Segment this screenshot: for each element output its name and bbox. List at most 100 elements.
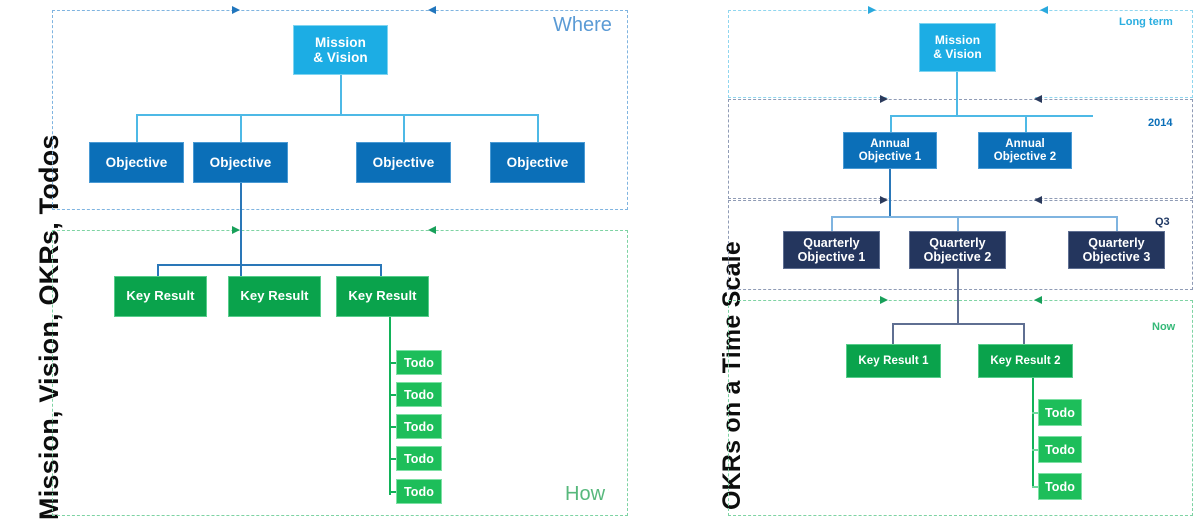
connector-mission-stem	[340, 75, 342, 115]
connector-keyresult-bus	[157, 264, 382, 266]
connector-keyresult-1-drop	[157, 264, 159, 276]
r-node-todo-2-label: Todo	[1044, 442, 1075, 457]
node-todo-5-label: Todo	[403, 484, 434, 499]
node-objective-3[interactable]: Objective	[356, 142, 451, 183]
node-todo-1[interactable]: Todo	[396, 350, 442, 375]
r-node-annual-objective-2-line2: Objective 2	[993, 150, 1057, 163]
connector-objective-4-drop	[537, 114, 539, 143]
band-now-label: Now	[1152, 321, 1176, 333]
r-node-quarterly-objective-1-line1: Quarterly	[803, 236, 860, 250]
band-2014-arrow-left	[1034, 95, 1042, 103]
r-node-quarterly-objective-2[interactable]: Quarterly Objective 2	[909, 231, 1006, 269]
r-connector-quarterly-2-drop	[957, 216, 959, 231]
diagram-canvas: Mission, Vision, OKRs, Todos Where How M…	[0, 0, 1201, 524]
band-how-arrow-right	[232, 226, 240, 234]
r-connector-keyresult-2-drop	[1023, 323, 1025, 344]
r-node-key-result-2[interactable]: Key Result 2	[978, 344, 1073, 378]
r-connector-keyresult-bus	[892, 323, 1024, 325]
r-node-key-result-1[interactable]: Key Result 1	[846, 344, 941, 378]
r-node-annual-objective-2[interactable]: Annual Objective 2	[978, 132, 1072, 169]
connector-objective-1-drop	[136, 114, 138, 143]
r-node-mission-line2: & Vision	[933, 46, 982, 61]
band-how-arrow-left	[428, 226, 436, 234]
band-how-top-gap	[241, 224, 427, 229]
band-now-arrow-left	[1034, 296, 1042, 304]
band-how-label: How	[565, 483, 606, 505]
r-node-todo-1-label: Todo	[1044, 405, 1075, 420]
r-node-annual-objective-2-line1: Annual	[1005, 137, 1045, 150]
node-key-result-3[interactable]: Key Result	[336, 276, 429, 317]
node-objective-3-label: Objective	[372, 154, 435, 170]
r-node-quarterly-objective-3-line1: Quarterly	[1088, 236, 1145, 250]
r-connector-keyresult-1-drop	[892, 323, 894, 344]
node-objective-1-label: Objective	[105, 154, 168, 170]
band-long-term-label: Long term	[1119, 16, 1173, 28]
r-node-mission-line1: Mission	[934, 33, 981, 48]
node-todo-1-label: Todo	[403, 355, 434, 370]
node-mission-line2: & Vision	[313, 50, 368, 65]
r-node-quarterly-objective-2-line1: Quarterly	[929, 236, 986, 250]
node-todo-2[interactable]: Todo	[396, 382, 442, 407]
r-connector-mission-stem	[956, 72, 958, 116]
band-how	[52, 230, 628, 516]
node-key-result-2-label: Key Result	[240, 288, 309, 304]
r-node-quarterly-objective-3-line2: Objective 3	[1082, 250, 1151, 264]
band-q3-arrow-right	[880, 196, 888, 204]
r-node-key-result-2-label: Key Result 2	[990, 354, 1061, 367]
r-node-mission-vision[interactable]: Mission & Vision	[919, 23, 996, 72]
r-connector-quarterly-1-drop	[831, 216, 833, 231]
node-objective-2-label: Objective	[209, 154, 272, 170]
r-node-annual-objective-1-line2: Objective 1	[858, 150, 922, 163]
r-connector-todo-spine	[1032, 378, 1034, 488]
band-where-top-gap	[241, 4, 427, 9]
connector-keyresult-2-drop	[240, 264, 242, 276]
band-now	[728, 300, 1193, 516]
node-key-result-1-label: Key Result	[126, 288, 195, 304]
node-todo-2-label: Todo	[403, 387, 434, 402]
node-todo-3-label: Todo	[403, 419, 434, 434]
node-objective-4-label: Objective	[506, 154, 569, 170]
band-q3-label: Q3	[1155, 216, 1170, 228]
band-now-top-gap	[889, 294, 1035, 299]
connector-objective-2-drop	[240, 114, 242, 143]
node-key-result-3-label: Key Result	[348, 288, 417, 304]
r-node-quarterly-objective-3[interactable]: Quarterly Objective 3	[1068, 231, 1165, 269]
node-todo-4[interactable]: Todo	[396, 446, 442, 471]
band-q3-arrow-left	[1034, 196, 1042, 204]
r-node-todo-2[interactable]: Todo	[1038, 436, 1082, 463]
band-2014-label: 2014	[1148, 117, 1173, 129]
node-todo-4-label: Todo	[403, 451, 434, 466]
r-node-quarterly-objective-1-line2: Objective 1	[797, 250, 866, 264]
connector-keyresult-3-drop	[380, 264, 382, 276]
connector-objective2-stem	[240, 183, 242, 265]
node-key-result-2[interactable]: Key Result	[228, 276, 321, 317]
r-node-annual-objective-1-line1: Annual	[870, 137, 910, 150]
r-node-quarterly-objective-2-line2: Objective 2	[923, 250, 992, 264]
r-connector-quarterly-3-drop	[1116, 216, 1118, 231]
band-2014-top-gap	[889, 93, 1035, 98]
r-connector-quarterly2-stem	[957, 269, 959, 324]
connector-objectives-bus	[136, 114, 539, 116]
band-where-label: Where	[553, 14, 612, 36]
r-connector-annual1-stem	[889, 169, 891, 217]
node-objective-2[interactable]: Objective	[193, 142, 288, 183]
node-todo-5[interactable]: Todo	[396, 479, 442, 504]
r-node-annual-objective-1[interactable]: Annual Objective 1	[843, 132, 937, 169]
band-2014	[728, 99, 1193, 199]
node-mission-line1: Mission	[315, 34, 366, 50]
node-key-result-1[interactable]: Key Result	[114, 276, 207, 317]
connector-objective-3-drop	[403, 114, 405, 143]
r-node-todo-1[interactable]: Todo	[1038, 399, 1082, 426]
node-objective-1[interactable]: Objective	[89, 142, 184, 183]
node-objective-4[interactable]: Objective	[490, 142, 585, 183]
node-todo-3[interactable]: Todo	[396, 414, 442, 439]
band-q3-top-gap	[889, 194, 1035, 199]
r-connector-annual-1-drop	[890, 115, 892, 133]
r-node-todo-3[interactable]: Todo	[1038, 473, 1082, 500]
band-long-term-top-gap	[877, 4, 1039, 9]
r-node-todo-3-label: Todo	[1044, 479, 1075, 494]
node-mission-vision[interactable]: Mission & Vision	[293, 25, 388, 75]
band-2014-arrow-right	[880, 95, 888, 103]
r-node-quarterly-objective-1[interactable]: Quarterly Objective 1	[783, 231, 880, 269]
r-connector-annual-bus	[890, 115, 1093, 117]
